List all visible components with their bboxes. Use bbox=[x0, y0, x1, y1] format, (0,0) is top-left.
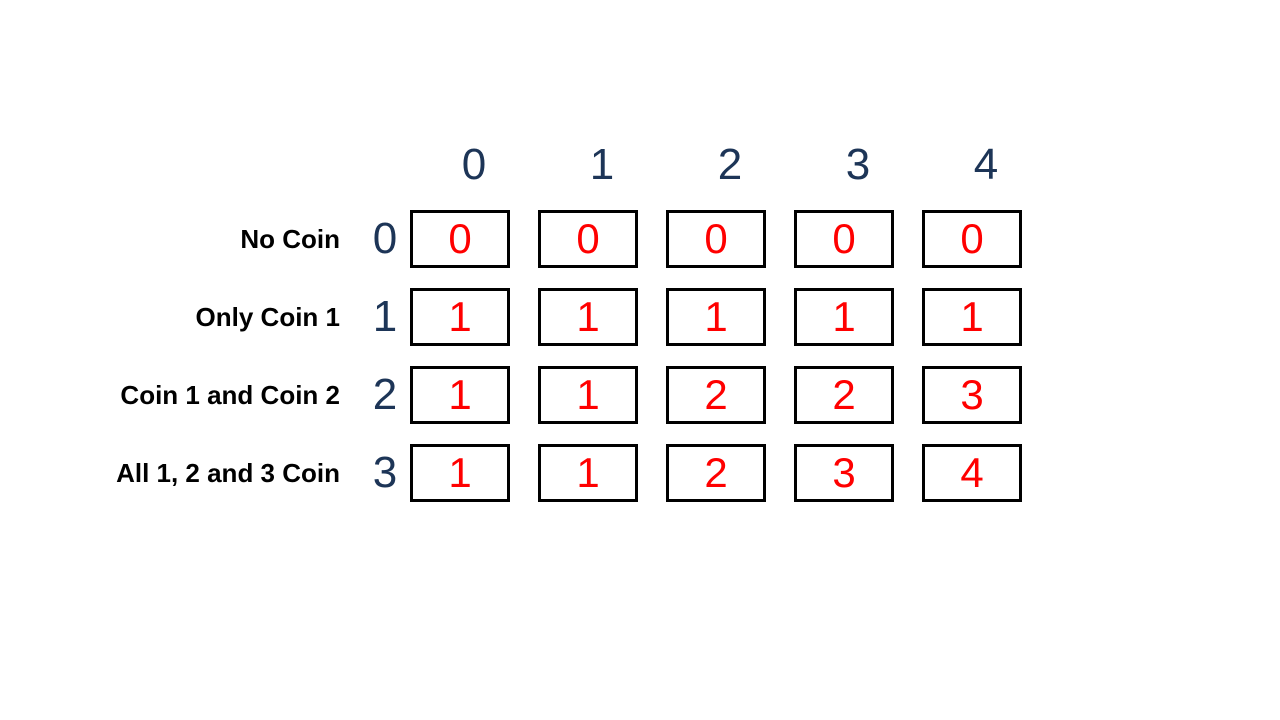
cell-2-0: 1 bbox=[410, 366, 510, 424]
col-header-4: 4 bbox=[922, 140, 1050, 190]
cell-2-3: 2 bbox=[794, 366, 894, 424]
table-row: Coin 1 and Coin 2 2 1 1 2 2 3 bbox=[80, 366, 1050, 424]
col-header-1: 1 bbox=[538, 140, 666, 190]
cell-0-4: 0 bbox=[922, 210, 1022, 268]
table-row: No Coin 0 0 0 0 0 0 bbox=[80, 210, 1050, 268]
cell-1-2: 1 bbox=[666, 288, 766, 346]
cell-2-4: 3 bbox=[922, 366, 1022, 424]
row-label-1: Only Coin 1 bbox=[80, 302, 360, 333]
row-cells: 1 1 2 3 4 bbox=[410, 444, 1022, 502]
row-index-3: 3 bbox=[360, 448, 410, 498]
col-header-2: 2 bbox=[666, 140, 794, 190]
cell-0-0: 0 bbox=[410, 210, 510, 268]
cell-2-1: 1 bbox=[538, 366, 638, 424]
cell-1-4: 1 bbox=[922, 288, 1022, 346]
column-headers: 0 1 2 3 4 bbox=[410, 140, 1050, 190]
col-header-3: 3 bbox=[794, 140, 922, 190]
cell-0-3: 0 bbox=[794, 210, 894, 268]
cell-3-0: 1 bbox=[410, 444, 510, 502]
row-index-2: 2 bbox=[360, 370, 410, 420]
cell-1-0: 1 bbox=[410, 288, 510, 346]
table-row: Only Coin 1 1 1 1 1 1 1 bbox=[80, 288, 1050, 346]
cell-0-2: 0 bbox=[666, 210, 766, 268]
cell-3-2: 2 bbox=[666, 444, 766, 502]
row-cells: 1 1 1 1 1 bbox=[410, 288, 1022, 346]
cell-1-1: 1 bbox=[538, 288, 638, 346]
row-index-0: 0 bbox=[360, 214, 410, 264]
row-label-2: Coin 1 and Coin 2 bbox=[80, 380, 360, 411]
dp-table-diagram: 0 1 2 3 4 No Coin 0 0 0 0 0 0 Only Coin … bbox=[80, 140, 1050, 502]
cell-1-3: 1 bbox=[794, 288, 894, 346]
cell-2-2: 2 bbox=[666, 366, 766, 424]
row-cells: 1 1 2 2 3 bbox=[410, 366, 1022, 424]
col-header-0: 0 bbox=[410, 140, 538, 190]
row-label-0: No Coin bbox=[80, 224, 360, 255]
table-row: All 1, 2 and 3 Coin 3 1 1 2 3 4 bbox=[80, 444, 1050, 502]
cell-3-4: 4 bbox=[922, 444, 1022, 502]
row-cells: 0 0 0 0 0 bbox=[410, 210, 1022, 268]
row-label-3: All 1, 2 and 3 Coin bbox=[80, 458, 360, 489]
row-index-1: 1 bbox=[360, 292, 410, 342]
cell-3-3: 3 bbox=[794, 444, 894, 502]
cell-0-1: 0 bbox=[538, 210, 638, 268]
cell-3-1: 1 bbox=[538, 444, 638, 502]
